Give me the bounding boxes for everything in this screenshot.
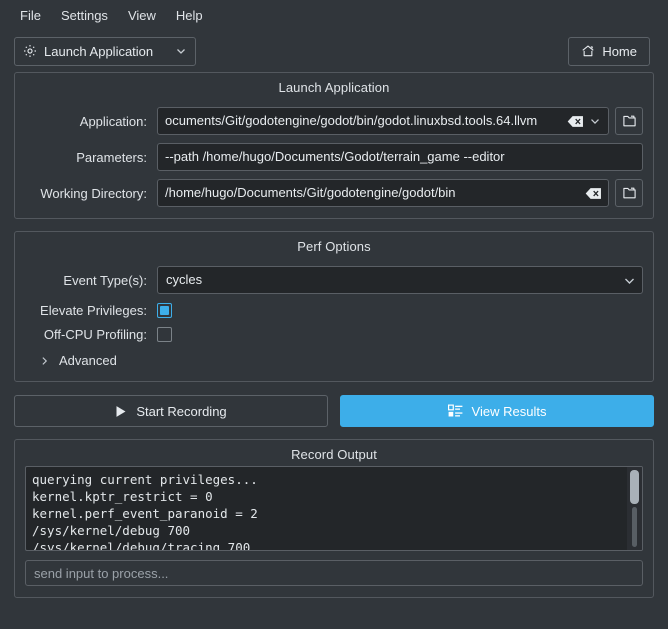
working-directory-browse-button[interactable] <box>615 179 643 207</box>
chevron-down-icon <box>623 274 636 287</box>
elevate-privileges-checkbox[interactable] <box>157 303 172 318</box>
scrollbar-track[interactable] <box>632 507 637 547</box>
record-output-console-wrapper: querying current privileges... kernel.kp… <box>25 466 643 551</box>
application-label: Application: <box>25 114 157 129</box>
toolbar: Launch Application Home <box>0 30 668 72</box>
application-row: Application: ocuments/Git/godotengine/go… <box>25 107 643 135</box>
working-directory-row: Working Directory: /home/hugo/Documents/… <box>25 179 643 207</box>
list-details-icon <box>448 404 463 418</box>
send-input-field[interactable]: send input to process... <box>25 560 643 586</box>
application-input-value: ocuments/Git/godotengine/godot/bin/godot… <box>165 108 563 134</box>
home-icon <box>581 44 595 58</box>
record-output-console[interactable]: querying current privileges... kernel.kp… <box>26 467 626 550</box>
action-buttons: Start Recording View Results <box>14 395 654 427</box>
launch-application-form: Application: ocuments/Git/godotengine/go… <box>15 107 653 218</box>
home-button[interactable]: Home <box>568 37 650 66</box>
folder-icon <box>622 186 637 200</box>
menu-bar: File Settings View Help <box>0 0 668 30</box>
event-types-select[interactable]: cycles <box>157 266 643 294</box>
working-directory-input-value: /home/hugo/Documents/Git/godotengine/god… <box>165 180 581 206</box>
view-results-button[interactable]: View Results <box>340 395 654 427</box>
perf-options-form: Event Type(s): cycles Elevate Privileges… <box>15 266 653 381</box>
view-results-label: View Results <box>472 404 547 419</box>
record-output-group: Record Output querying current privilege… <box>14 439 654 598</box>
application-history-chevron-down-icon[interactable] <box>586 115 604 127</box>
mode-selector-button[interactable]: Launch Application <box>14 37 196 66</box>
home-button-label: Home <box>602 44 637 59</box>
send-input-placeholder: send input to process... <box>34 566 168 581</box>
menu-item-view[interactable]: View <box>118 5 166 26</box>
chevron-down-icon <box>175 45 187 57</box>
perf-options-title: Perf Options <box>15 232 653 258</box>
clear-icon[interactable] <box>567 115 584 128</box>
parameters-input-value: --path /home/hugo/Documents/Godot/terrai… <box>165 144 638 170</box>
mode-selector-label: Launch Application <box>44 44 168 59</box>
start-recording-label: Start Recording <box>136 404 226 419</box>
scrollbar-thumb[interactable] <box>630 470 639 504</box>
parameters-input[interactable]: --path /home/hugo/Documents/Godot/terrai… <box>157 143 643 171</box>
elevate-privileges-row: Elevate Privileges: <box>25 303 643 318</box>
launch-application-title: Launch Application <box>15 73 653 99</box>
folder-icon <box>622 114 637 128</box>
event-types-value: cycles <box>166 267 623 293</box>
launch-application-group: Launch Application Application: ocuments… <box>14 72 654 219</box>
off-cpu-profiling-checkbox[interactable] <box>157 327 172 342</box>
off-cpu-profiling-row: Off-CPU Profiling: <box>25 327 643 342</box>
menu-item-settings[interactable]: Settings <box>51 5 118 26</box>
play-icon <box>115 405 127 418</box>
off-cpu-profiling-label: Off-CPU Profiling: <box>25 327 157 342</box>
parameters-row: Parameters: --path /home/hugo/Documents/… <box>25 143 643 171</box>
perf-options-group: Perf Options Event Type(s): cycles Eleva… <box>14 231 654 382</box>
working-directory-label: Working Directory: <box>25 186 157 201</box>
record-output-scrollbar[interactable] <box>627 467 642 550</box>
gear-icon <box>23 44 37 58</box>
clear-icon[interactable] <box>585 187 602 200</box>
record-output-title: Record Output <box>15 440 653 466</box>
event-types-row: Event Type(s): cycles <box>25 266 643 294</box>
advanced-disclosure[interactable]: Advanced <box>39 353 117 368</box>
menu-item-help[interactable]: Help <box>166 5 213 26</box>
start-recording-button[interactable]: Start Recording <box>14 395 328 427</box>
menu-item-file[interactable]: File <box>10 5 51 26</box>
application-browse-button[interactable] <box>615 107 643 135</box>
application-input[interactable]: ocuments/Git/godotengine/godot/bin/godot… <box>157 107 609 135</box>
parameters-label: Parameters: <box>25 150 157 165</box>
chevron-right-icon <box>39 355 50 367</box>
advanced-label: Advanced <box>59 353 117 368</box>
working-directory-input[interactable]: /home/hugo/Documents/Git/godotengine/god… <box>157 179 609 207</box>
elevate-privileges-label: Elevate Privileges: <box>25 303 157 318</box>
event-types-label: Event Type(s): <box>25 273 157 288</box>
